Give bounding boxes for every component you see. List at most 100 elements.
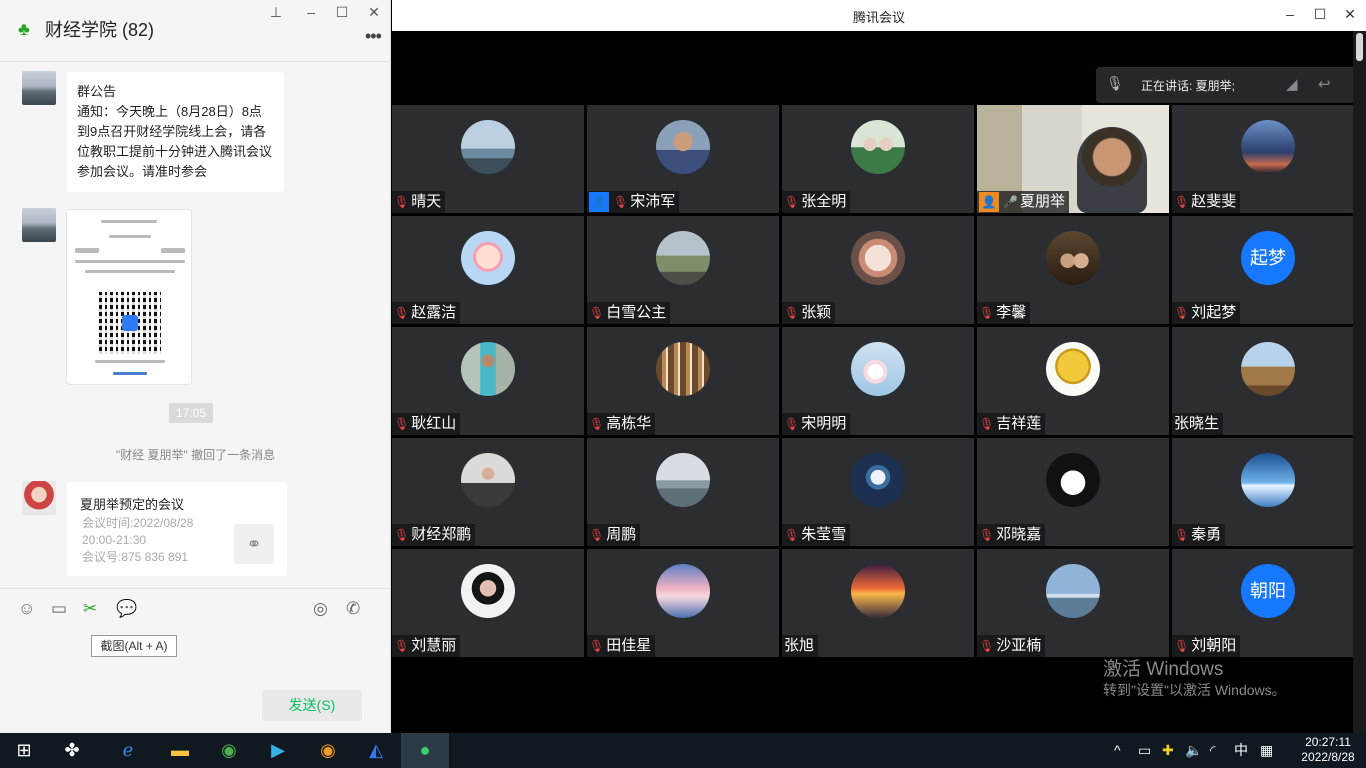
participant-tile[interactable]: 🎙 田佳星 bbox=[587, 549, 779, 657]
participant-tile[interactable]: 🎙 李馨 bbox=[977, 216, 1169, 324]
link-icon[interactable]: ⚭ bbox=[234, 524, 274, 564]
wifi-icon[interactable]: ◜ bbox=[1210, 742, 1215, 758]
participant-name-label: 张晓生 bbox=[1172, 413, 1224, 435]
participant-tile[interactable]: 🎙 晴天 bbox=[392, 105, 584, 213]
participant-tile[interactable]: 👤 🎙 宋沛军 bbox=[587, 105, 779, 213]
participant-name-label: 🎙 田佳星 bbox=[587, 635, 656, 657]
call-icon[interactable]: ✆ bbox=[346, 598, 360, 620]
participant-tile[interactable]: 朝阳 🎙 刘朝阳 bbox=[1172, 549, 1364, 657]
mic-muted-icon: 🎙 bbox=[1174, 639, 1190, 653]
back-icon[interactable]: ↩ bbox=[1318, 75, 1331, 93]
mic-muted-icon: 🎙 bbox=[784, 195, 800, 209]
participant-tile[interactable]: 🎙 刘慧丽 bbox=[392, 549, 584, 657]
participant-name: 赵斐斐 bbox=[1191, 193, 1237, 210]
network-app-icon[interactable]: ▭ bbox=[1138, 742, 1151, 758]
windows-start-icon[interactable]: ⊞ bbox=[0, 733, 48, 768]
volume-icon[interactable]: 🔈 bbox=[1185, 742, 1202, 758]
participant-tile[interactable]: 🎙 张颖 bbox=[782, 216, 974, 324]
group-notice-message[interactable]: 群公告 通知：今天晚上（8月28日）8点到9点召开财经学院线上会，请各位教职工提… bbox=[67, 72, 284, 192]
meeting-window: 腾讯会议 – ☐ ✕ 🎙 正在讲话: 夏朋举; ◢ ↩ 🎙 晴天 👤 🎙 宋沛军 🎙 张全明… bbox=[392, 0, 1366, 733]
play-store-icon[interactable]: ▶ bbox=[254, 733, 302, 768]
avatar bbox=[656, 564, 710, 618]
participant-tile[interactable]: 🎙 朱莹雪 bbox=[782, 438, 974, 546]
send-button[interactable]: 发送(S) bbox=[262, 690, 362, 721]
participant-name: 夏朋举 bbox=[1019, 193, 1065, 210]
pinwheel-app-icon[interactable]: ✤ bbox=[48, 733, 96, 768]
avatar bbox=[461, 342, 515, 396]
mic-muted-icon: 🎙 bbox=[613, 195, 629, 209]
scissors-icon[interactable]: ✂ bbox=[83, 598, 97, 620]
participant-tile[interactable]: 🎙 张全明 bbox=[782, 105, 974, 213]
close-button[interactable]: ✕ bbox=[1340, 5, 1360, 23]
participant-tile[interactable]: 👤 🎤 夏朋举 bbox=[977, 105, 1169, 213]
chrome-icon[interactable]: ◉ bbox=[205, 733, 253, 768]
keyboard-grid-icon[interactable]: ▦ bbox=[1260, 742, 1273, 758]
clock[interactable]: 20:27:11 2022/8/28 bbox=[1292, 735, 1364, 765]
participant-name-label: 🎙 秦勇 bbox=[1172, 524, 1226, 546]
folder-icon[interactable]: ▭ bbox=[51, 598, 67, 620]
pin-icon[interactable]: ⊥ bbox=[266, 4, 286, 20]
participant-tile[interactable]: 张晓生 bbox=[1172, 327, 1364, 435]
participant-tile[interactable]: 🎙 吉祥莲 bbox=[977, 327, 1169, 435]
maximize-button[interactable]: ☐ bbox=[332, 4, 352, 20]
chevron-up-icon[interactable]: ^ bbox=[1114, 742, 1121, 758]
scrollbar[interactable] bbox=[1353, 31, 1366, 733]
maximize-button[interactable]: ☐ bbox=[1310, 5, 1330, 23]
participant-name-label: 🎙 邓晓嘉 bbox=[977, 524, 1046, 546]
recall-notice: "财经 夏朋举" 撤回了一条消息 bbox=[115, 448, 276, 462]
participant-tile[interactable]: 张旭 bbox=[782, 549, 974, 657]
emoji-icon[interactable]: ☺ bbox=[18, 598, 35, 620]
participant-tile[interactable]: 🎙 财经郑鹏 bbox=[392, 438, 584, 546]
tencent-meeting-icon[interactable]: ◭ bbox=[352, 733, 400, 768]
meeting-card[interactable]: 夏朋举预定的会议 会议时间:2022/08/28 20:00-21:30 会议号… bbox=[67, 482, 287, 576]
participant-name: 财经郑鹏 bbox=[411, 526, 472, 543]
ie-browser-icon[interactable]: ℯ bbox=[104, 733, 152, 768]
mic-muted-icon: 🎙 bbox=[1174, 195, 1190, 209]
text-avatar: 朝阳 bbox=[1241, 564, 1295, 618]
participant-tile[interactable]: 🎙 耿红山 bbox=[392, 327, 584, 435]
participant-tile[interactable]: 🎙 沙亚楠 bbox=[977, 549, 1169, 657]
participant-name: 李馨 bbox=[996, 304, 1027, 321]
avatar[interactable] bbox=[22, 71, 56, 105]
avatar[interactable] bbox=[22, 481, 56, 515]
host-badge-icon: 👤 bbox=[589, 192, 609, 212]
mic-muted-icon: 🎙 bbox=[394, 306, 410, 320]
file-explorer-icon[interactable]: ▬ bbox=[156, 733, 204, 768]
security-icon[interactable]: ✚ bbox=[1162, 742, 1174, 758]
mic-muted-icon: 🎙 bbox=[979, 417, 995, 431]
participant-tile[interactable]: 🎙 赵露洁 bbox=[392, 216, 584, 324]
clock-date: 2022/8/28 bbox=[1301, 750, 1355, 764]
timestamp: 17:05 bbox=[169, 403, 213, 423]
browser-icon[interactable]: ◉ bbox=[304, 733, 352, 768]
mic-on-icon: 🎤 bbox=[1003, 195, 1018, 209]
participant-tile[interactable]: 🎙 赵斐斐 bbox=[1172, 105, 1364, 213]
participant-name: 宋沛军 bbox=[630, 193, 676, 210]
avatar bbox=[1241, 342, 1295, 396]
avatar bbox=[1241, 453, 1295, 507]
mic-muted-icon: 🎙 bbox=[394, 417, 410, 431]
participant-tile[interactable]: 🎙 周鹏 bbox=[587, 438, 779, 546]
participant-tile[interactable]: 起梦 🎙 刘起梦 bbox=[1172, 216, 1364, 324]
wechat-icon[interactable]: ● bbox=[401, 733, 449, 768]
participant-name: 耿红山 bbox=[411, 415, 457, 432]
image-message[interactable] bbox=[66, 209, 192, 385]
participant-tile[interactable]: 🎙 高栋华 bbox=[587, 327, 779, 435]
minimize-button[interactable]: – bbox=[1280, 5, 1300, 23]
avatar bbox=[851, 120, 905, 174]
ime-indicator[interactable]: 中 bbox=[1234, 742, 1248, 758]
minimize-button[interactable]: – bbox=[301, 4, 321, 20]
mic-muted-icon: 🎙 bbox=[784, 417, 800, 431]
participant-tile[interactable]: 🎙 宋明明 bbox=[782, 327, 974, 435]
expand-icon[interactable]: ◢ bbox=[1286, 75, 1298, 93]
participant-tile[interactable]: 🎙 白雪公主 bbox=[587, 216, 779, 324]
participant-name-label: 🎙 张全明 bbox=[782, 191, 851, 213]
chat-bubble-icon[interactable]: 💬 bbox=[116, 598, 137, 620]
more-icon[interactable]: ••• bbox=[365, 27, 382, 45]
participant-tile[interactable]: 🎙 秦勇 bbox=[1172, 438, 1364, 546]
mic-muted-icon: 🎙 bbox=[589, 306, 605, 320]
live-icon[interactable]: ◎ bbox=[313, 598, 328, 620]
participant-tile[interactable]: 🎙 邓晓嘉 bbox=[977, 438, 1169, 546]
avatar[interactable] bbox=[22, 208, 56, 242]
close-button[interactable]: ✕ bbox=[364, 4, 384, 20]
participant-name-label: 🎙 刘慧丽 bbox=[392, 635, 461, 657]
